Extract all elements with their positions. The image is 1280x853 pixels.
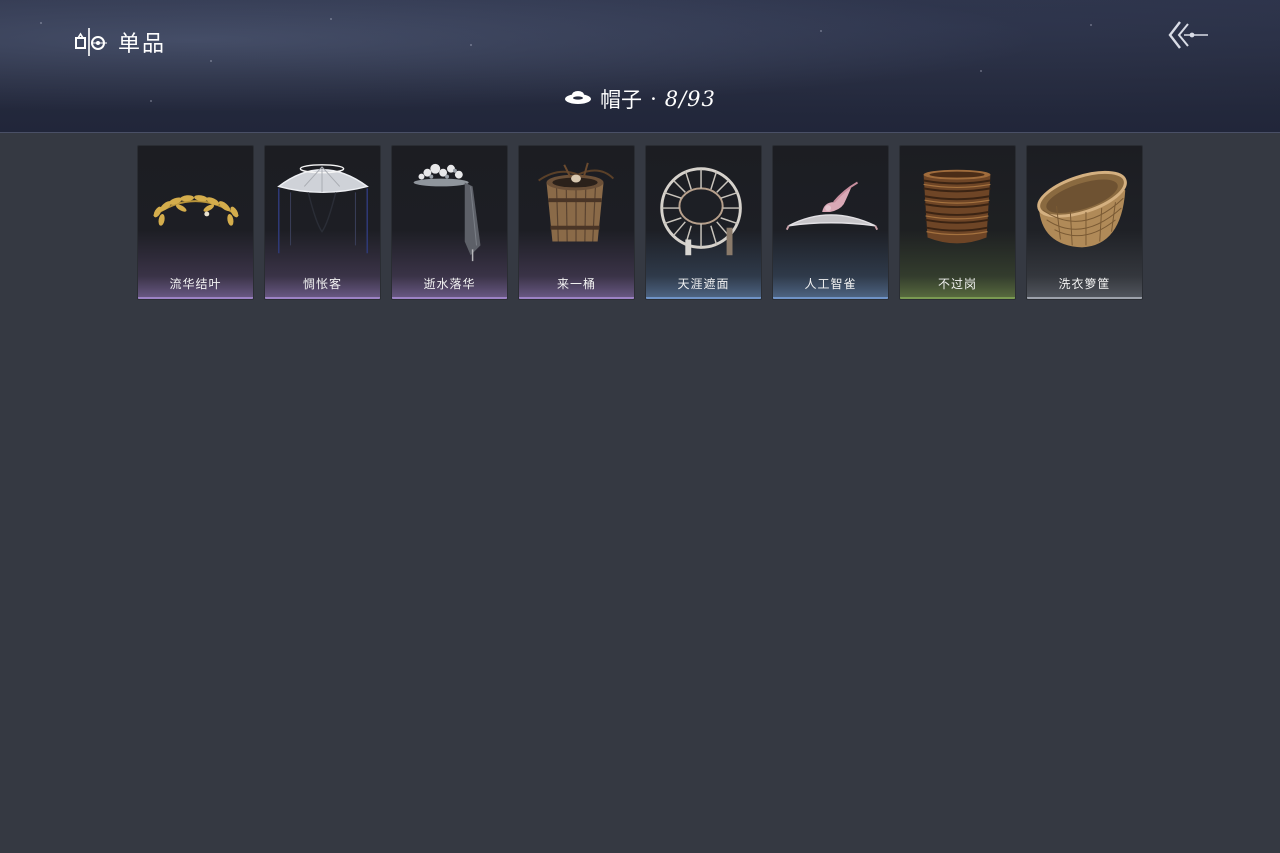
- hat-icon: [564, 89, 592, 109]
- item-card[interactable]: 人工智雀: [772, 145, 889, 300]
- back-arrow-icon: [1168, 21, 1208, 49]
- bowl-stack-icon: [900, 146, 1015, 276]
- flower-hat-icon: [392, 146, 507, 276]
- collection-count: 8/93: [664, 87, 716, 111]
- back-button[interactable]: [1166, 18, 1210, 52]
- wooden-bucket-icon: [519, 146, 634, 276]
- item-card[interactable]: 洗衣箩筐: [1026, 145, 1143, 300]
- rarity-bar: [265, 297, 380, 299]
- item-name: 洗衣箩筐: [1058, 277, 1111, 291]
- basket-icon: [1027, 146, 1142, 276]
- item-name: 不过岗: [937, 277, 977, 291]
- item-card[interactable]: 不过岗: [899, 145, 1016, 300]
- header-title-group: 单品: [74, 26, 166, 58]
- item-name: 流华结叶: [169, 277, 222, 291]
- rarity-bar: [519, 297, 634, 299]
- item-name: 逝水落华: [423, 277, 476, 291]
- rattan-hat-icon: [646, 146, 761, 276]
- item-card[interactable]: 逝水落华: [391, 145, 508, 300]
- item-name: 来一桶: [556, 277, 596, 291]
- item-grid: 流华结叶 惆怅客 逝水落华 来一桶 天涯遮面 人工智雀 不过岗 洗衣箩筐: [137, 145, 1143, 300]
- category-title: 帽子 · 8/93: [0, 84, 1280, 114]
- rarity-bar: [138, 297, 253, 299]
- item-card[interactable]: 惆怅客: [264, 145, 381, 300]
- rarity-bar: [392, 297, 507, 299]
- rarity-bar: [773, 297, 888, 299]
- category-separator: ·: [650, 87, 657, 111]
- category-label: 帽子: [600, 88, 643, 112]
- wardrobe-icon: [74, 26, 108, 58]
- rarity-bar: [900, 297, 1015, 299]
- laurel-wreath-icon: [138, 146, 253, 276]
- item-name: 天涯遮面: [677, 277, 730, 291]
- item-card[interactable]: 流华结叶: [137, 145, 254, 300]
- veiled-straw-hat-icon: [265, 146, 380, 276]
- page-title: 单品: [118, 32, 167, 57]
- header-banner: 单品 帽子 · 8/93: [0, 0, 1280, 133]
- item-name: 人工智雀: [804, 277, 857, 291]
- rarity-bar: [1027, 297, 1142, 299]
- item-card[interactable]: 天涯遮面: [645, 145, 762, 300]
- rarity-bar: [646, 297, 761, 299]
- item-name: 惆怅客: [302, 277, 342, 291]
- item-card[interactable]: 来一桶: [518, 145, 635, 300]
- bird-hat-icon: [773, 146, 888, 276]
